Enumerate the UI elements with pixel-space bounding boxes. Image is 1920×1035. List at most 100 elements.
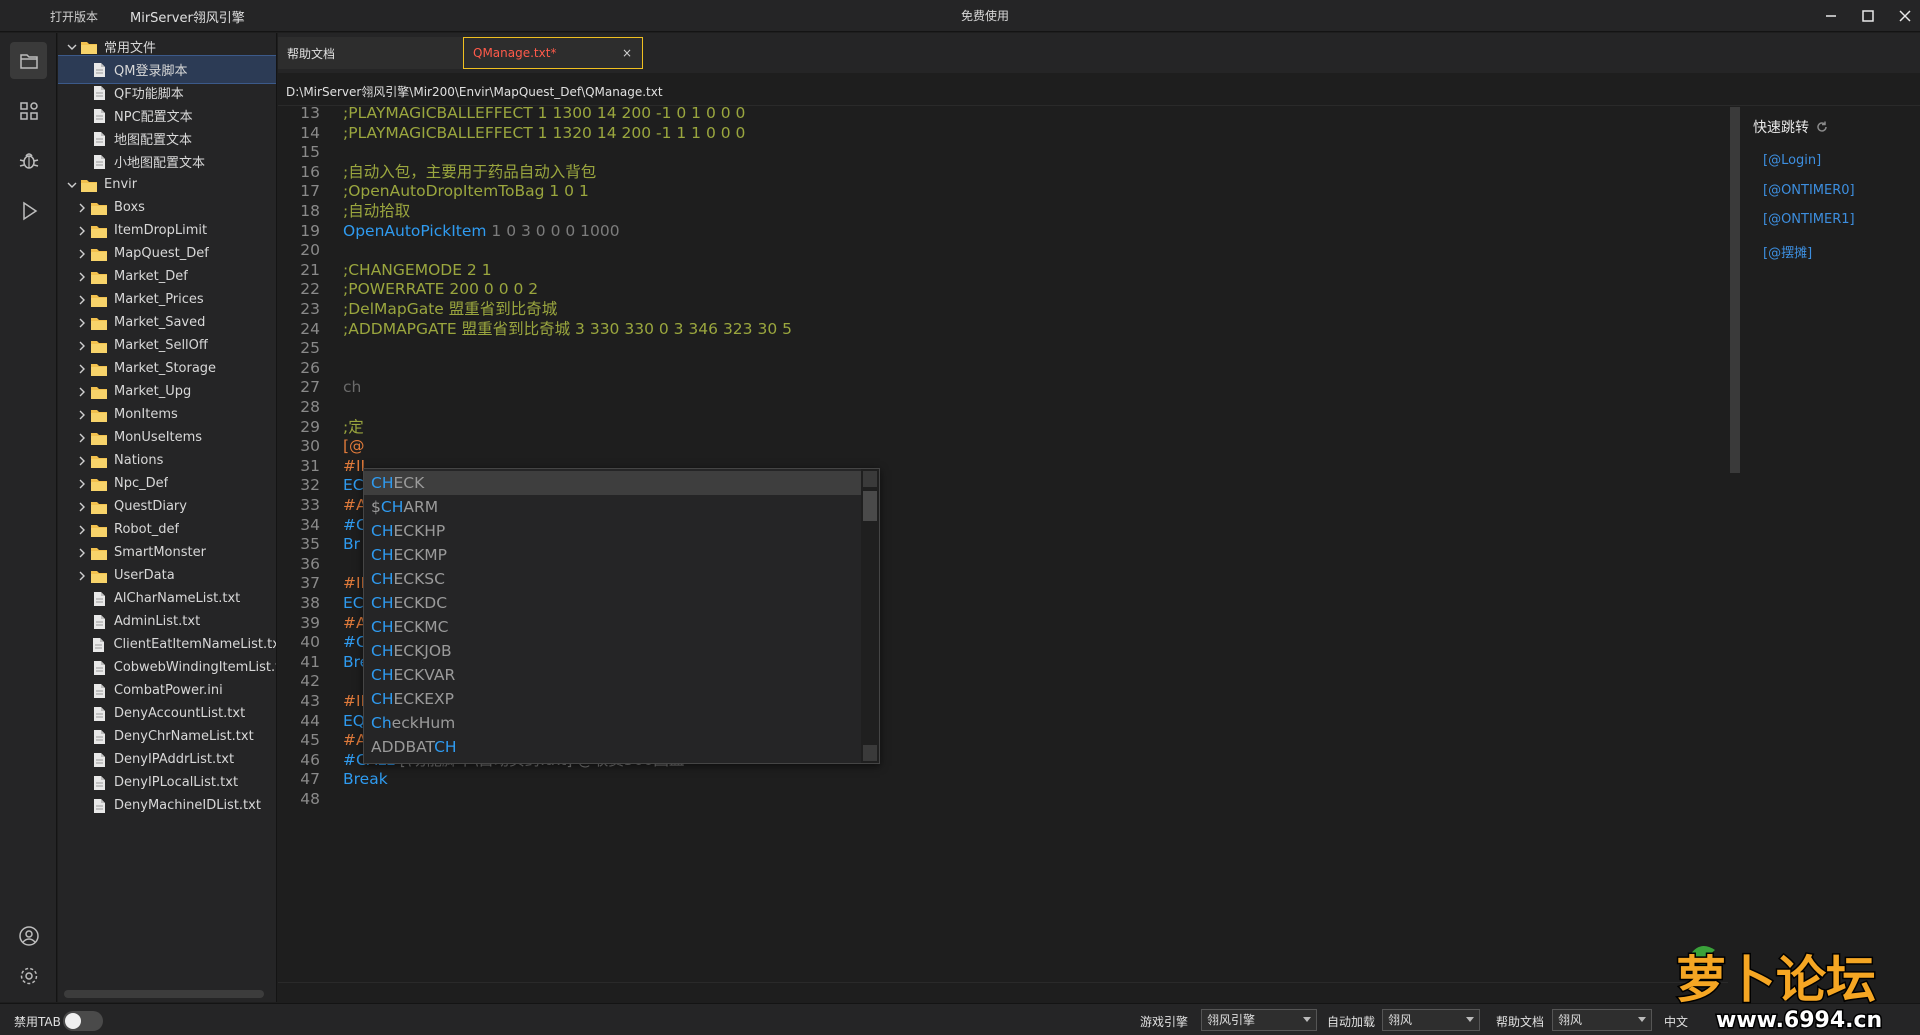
quick-jump-link[interactable]: [@摆摊] [1763,242,1812,261]
close-button[interactable] [1892,4,1918,28]
code-token: EC [343,476,364,495]
chevron-right-icon[interactable] [76,317,88,329]
refresh-icon[interactable] [1815,120,1829,134]
chevron-right-icon[interactable] [76,294,88,306]
chevron-right-icon[interactable] [76,570,88,582]
tree-item-label: NPC配置文本 [114,110,193,125]
extensions-button[interactable] [10,92,47,129]
code-token: ;自动入包，主要用于药品自动入背包 [343,162,597,181]
tab-close-icon[interactable]: × [620,46,634,60]
chevron-down-icon[interactable] [66,41,78,53]
disable-tab-toggle[interactable] [63,1011,103,1031]
suggestion-prefix: ADDBAT [371,738,435,756]
chevron-down-icon[interactable] [66,179,78,191]
chevron-right-icon[interactable] [76,202,88,214]
scrollbar-thumb[interactable] [863,491,877,521]
code-token: ;POWERRATE 200 0 0 0 2 [343,280,539,299]
tree-item-label: CombatPower.ini [114,683,223,698]
explorer-horizontal-scrollbar[interactable] [64,990,264,998]
tree-item-label: ClientEatItemNameList.txt [113,637,277,652]
chevron-right-icon[interactable] [76,225,88,237]
tree-item-label: Nations [114,453,164,468]
debug-button[interactable] [10,142,47,179]
settings-button[interactable] [10,957,47,994]
code-line[interactable]: 48 [278,787,1728,811]
help-doc-select[interactable]: 翎风 [1552,1009,1652,1031]
autocomplete-item[interactable]: CHECKMP [364,543,861,567]
code-token: Br [343,535,361,554]
run-button[interactable] [10,192,47,229]
scrollbar-thumb[interactable] [1730,107,1740,473]
tab-help-docs[interactable]: 帮助文档 [278,37,463,69]
tree-item-label: Envir [104,177,138,192]
tree-item-label: AdminList.txt [114,614,201,629]
editor-horizontal-scrollbar[interactable] [278,982,1728,1002]
scroll-down-button[interactable] [863,745,877,761]
chevron-right-icon[interactable] [76,432,88,444]
autocomplete-item[interactable]: CHECKJOB [364,639,861,663]
autocomplete-item[interactable]: $CHARM [364,495,861,519]
file-icon [90,62,108,78]
autocomplete-item[interactable]: CHECKEXP [364,687,861,711]
suggestion-suffix: ECKMC [393,618,449,636]
minimize-button[interactable] [1818,4,1844,28]
account-button[interactable] [10,917,47,954]
tree-item-label: QF功能脚本 [114,87,184,102]
autocomplete-item[interactable]: CHECKSC [364,567,861,591]
tab-qmanage[interactable]: QManage.txt* × [463,37,643,69]
folder-icon [90,269,108,285]
chevron-right-icon[interactable] [76,478,88,490]
quick-jump-link[interactable]: [@Login] [1763,153,1821,168]
chevron-right-icon[interactable] [76,547,88,559]
code-token: ;ADDMAPGATE 盟重省到比奇城 3 330 330 0 3 346 32… [343,319,792,338]
autocomplete-item[interactable]: CHECKMC [364,615,861,639]
folder-icon [90,361,108,377]
suggestion-match: CH [371,570,394,588]
folder-icon [90,476,108,492]
tree-file[interactable]: DenyMachineIDList.txt [58,792,276,819]
auto-load-select[interactable]: 翎风 [1382,1009,1480,1031]
tree-item-label: DenyChrNameList.txt [114,729,254,744]
autocomplete-item[interactable]: CheckHum [364,711,861,735]
chevron-right-icon[interactable] [76,501,88,513]
chevron-right-icon[interactable] [76,271,88,283]
disable-tab-label: 禁用TAB [14,1015,61,1029]
chevron-right-icon[interactable] [76,455,88,467]
tree-item-label: Boxs [114,200,145,215]
editor-vertical-scrollbar[interactable] [1728,107,1742,982]
tree-item-label: ItemDropLimit [114,223,208,238]
autocomplete-item[interactable]: CHECKHP [364,519,861,543]
chevron-right-icon[interactable] [76,248,88,260]
chevron-right-icon[interactable] [76,409,88,421]
folder-icon [90,200,108,216]
autocomplete-item[interactable]: CHECKDC [364,591,861,615]
code-token: ;DelMapGate 盟重省到比奇城 [343,300,558,318]
suggestion-suffix: ECKMP [393,546,447,564]
explorer-button[interactable] [10,42,47,79]
watermark-url: www.6994.cn [1716,1008,1882,1033]
quick-jump-link[interactable]: [@ONTIMER1] [1763,212,1855,227]
suggestion-suffix: ECKVAR [393,666,456,684]
chevron-right-icon[interactable] [76,363,88,375]
autocomplete-item[interactable]: CHECKVAR [364,663,861,687]
folder-icon [90,522,108,538]
autocomplete-item[interactable]: CHECK [364,471,861,495]
maximize-button[interactable] [1855,4,1881,28]
chevron-right-icon[interactable] [76,524,88,536]
quick-jump-link[interactable]: [@ONTIMER0] [1763,183,1855,198]
folder-icon [90,292,108,308]
game-engine-select[interactable]: 翎风引擎 [1201,1009,1317,1031]
chevron-right-icon[interactable] [76,386,88,398]
chevron-right-icon[interactable] [76,340,88,352]
scroll-up-button[interactable] [863,471,877,487]
suggestion-suffix: ARM [403,498,439,516]
folder-icon [90,384,108,400]
autocomplete-scrollbar[interactable] [861,469,879,763]
autocomplete-item[interactable]: ADDBATCH [364,735,861,759]
tree-item-label: DenyIPAddrList.txt [114,752,235,767]
